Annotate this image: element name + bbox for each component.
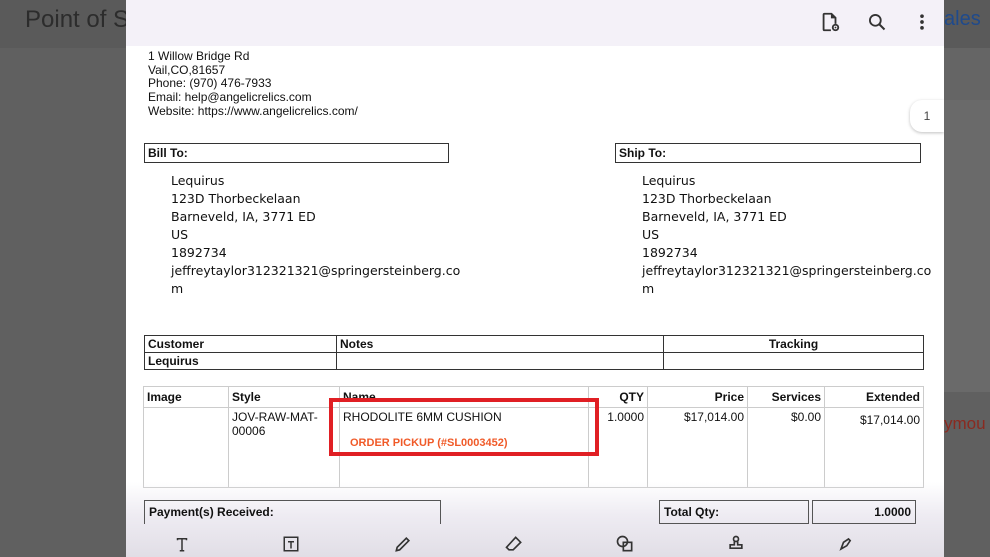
- ship-to-line: 1892734: [642, 245, 698, 260]
- ship-to-line: m: [642, 281, 655, 296]
- text-icon[interactable]: [170, 532, 194, 556]
- total-qty-label: Total Qty:: [659, 500, 809, 524]
- bill-to-line: m: [171, 281, 184, 296]
- notes-value: [336, 352, 664, 370]
- item-style-line: 00006: [232, 424, 266, 438]
- page-number-badge: 1: [910, 100, 944, 132]
- tracking-header: Tracking: [663, 335, 924, 353]
- total-qty-value: 1.0000: [812, 500, 916, 524]
- item-style-line: JOV-RAW-MAT-: [232, 410, 318, 424]
- file-settings-icon[interactable]: [816, 8, 844, 36]
- text-box-icon[interactable]: [279, 532, 303, 556]
- eraser-icon[interactable]: [502, 532, 526, 556]
- image-column-header: Image: [143, 386, 229, 408]
- bill-to-line: Barneveld, IA, 3771 ED: [171, 209, 316, 224]
- shape-icon[interactable]: [613, 532, 637, 556]
- background-app-title: Point of S: [25, 6, 130, 33]
- company-email: Email: help@angelicrelics.com: [148, 90, 312, 105]
- bill-to-line: 123D Thorbeckelaan: [171, 191, 301, 206]
- draw-icon[interactable]: [391, 532, 415, 556]
- company-phone: Phone: (970) 476-7933: [148, 76, 272, 91]
- background-partial-text: ymou: [944, 414, 986, 433]
- search-icon[interactable]: [863, 8, 891, 36]
- highlight-annotation: [329, 398, 599, 456]
- ship-to-line: Lequirus: [642, 173, 696, 188]
- item-services: $0.00: [747, 407, 825, 488]
- price-column-header: Price: [647, 386, 748, 408]
- stamp-icon[interactable]: [724, 532, 748, 556]
- ship-to-label: Ship To:: [615, 143, 921, 163]
- extended-column-header: Extended: [824, 386, 924, 408]
- signature-icon[interactable]: [834, 532, 858, 556]
- item-image: [143, 407, 229, 488]
- invoice-document: 1 Willow Bridge Rd Vail,CO,81657 Phone: …: [126, 0, 944, 557]
- bill-to-line: Lequirus: [171, 173, 225, 188]
- bill-to-line: US: [171, 227, 189, 242]
- ship-to-line: jeffreytaylor312321321@springersteinberg…: [642, 263, 932, 278]
- bill-to-line: jeffreytaylor312321321@springersteinberg…: [171, 263, 461, 278]
- company-website: Website: https://www.angelicrelics.com/: [148, 103, 358, 118]
- bill-to-address: Lequirus 123D Thorbeckelaan Barneveld, I…: [171, 172, 460, 298]
- background-sales-link[interactable]: ales: [944, 8, 981, 31]
- ship-to-line: US: [642, 227, 660, 242]
- notes-header: Notes: [336, 335, 664, 353]
- payments-received-label: Payment(s) Received:: [144, 500, 441, 524]
- ship-to-line: 123D Thorbeckelaan: [642, 191, 772, 206]
- customer-header: Customer: [144, 335, 337, 353]
- company-address: 1 Willow Bridge Rd Vail,CO,81657 Phone: …: [148, 49, 358, 119]
- customer-value: Lequirus: [144, 352, 337, 370]
- ship-to-line: Barneveld, IA, 3771 ED: [642, 209, 787, 224]
- bill-to-line: 1892734: [171, 245, 227, 260]
- services-column-header: Services: [747, 386, 825, 408]
- bill-to-label: Bill To:: [144, 143, 449, 163]
- annotation-toolbar: [126, 530, 944, 557]
- company-city: Vail,CO,81657: [148, 62, 226, 77]
- background-side-panel-2: [944, 100, 990, 392]
- customer-info-table: Customer Notes Tracking Lequirus: [144, 335, 924, 370]
- viewer-toolbar: [126, 0, 944, 46]
- company-street: 1 Willow Bridge Rd: [148, 49, 250, 63]
- ship-to-address: Lequirus 123D Thorbeckelaan Barneveld, I…: [642, 172, 931, 298]
- pdf-viewer: 1 Willow Bridge Rd Vail,CO,81657 Phone: …: [126, 0, 944, 557]
- background-side-panel: [944, 48, 990, 101]
- style-column-header: Style: [228, 386, 340, 408]
- tracking-value: [663, 352, 924, 370]
- item-extended: $17,014.00: [824, 407, 924, 488]
- more-vert-icon[interactable]: [908, 8, 936, 36]
- item-style: JOV-RAW-MAT- 00006: [228, 407, 340, 488]
- item-price: $17,014.00: [647, 407, 748, 488]
